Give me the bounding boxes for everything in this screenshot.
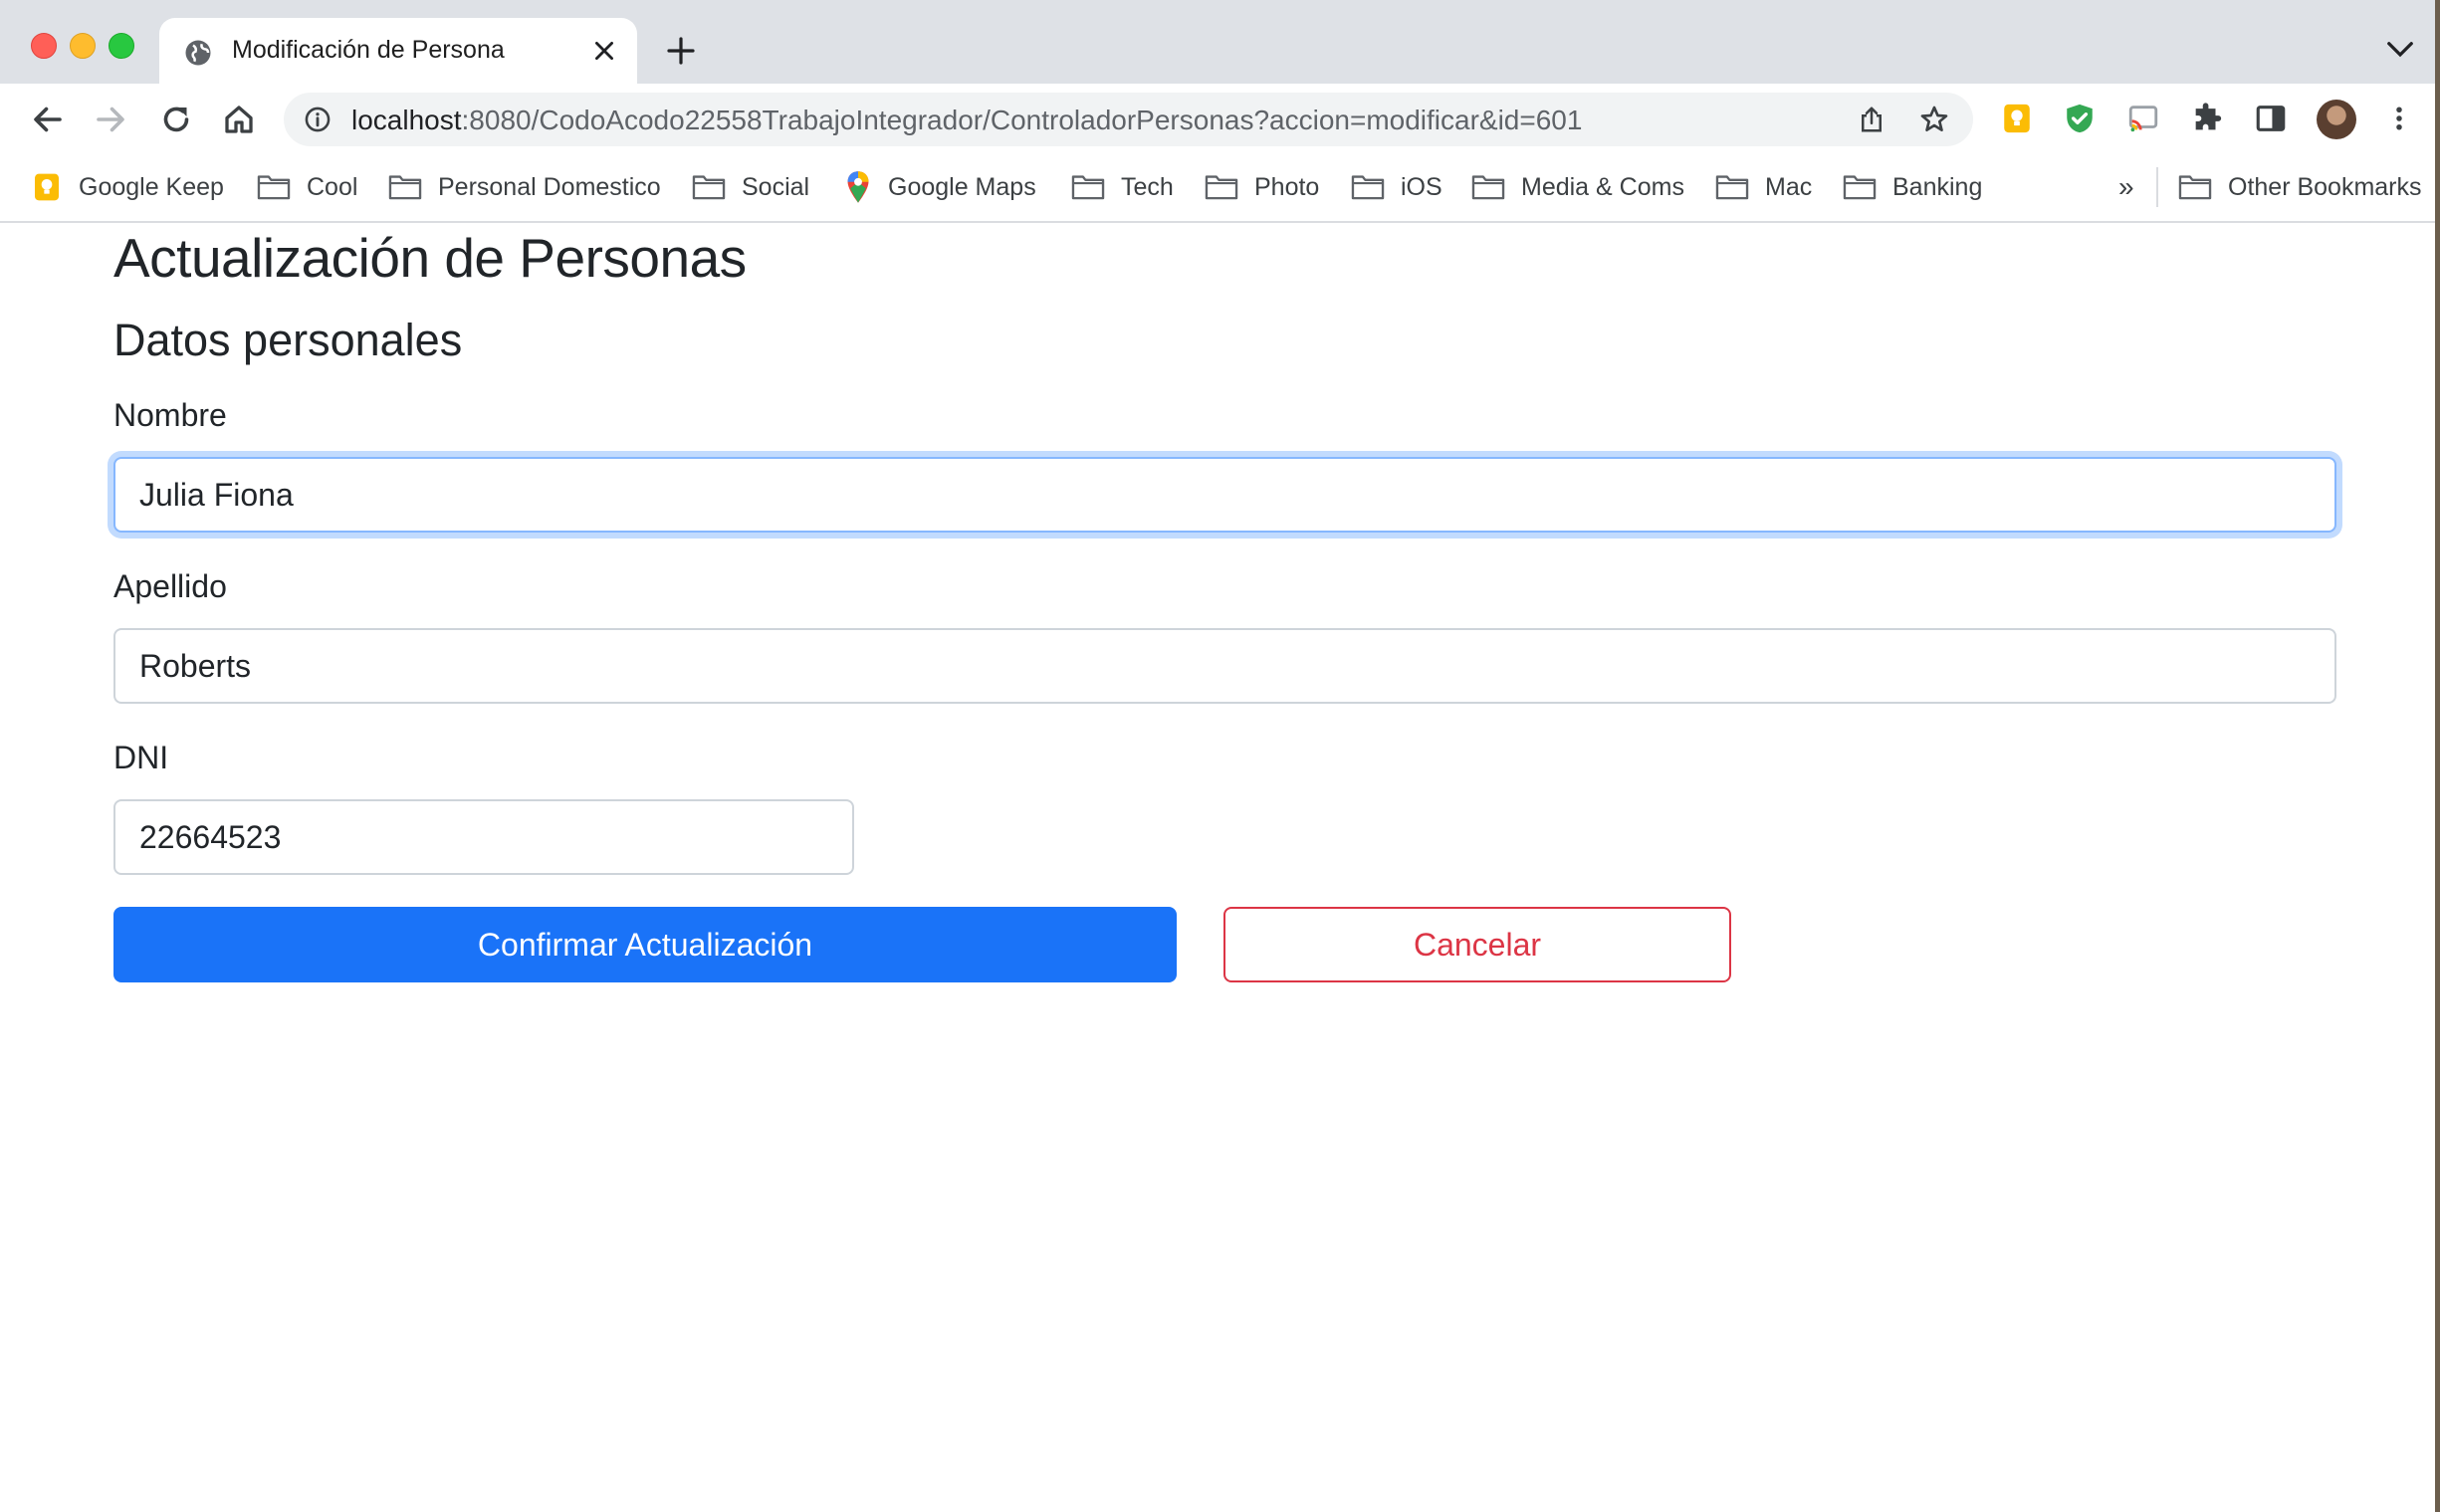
dni-label: DNI [113, 740, 169, 775]
forward-arrow-icon[interactable] [93, 102, 128, 137]
folder-icon [1715, 175, 1749, 200]
folder-icon [388, 175, 422, 200]
bookmark-folder-cool[interactable]: Cool [257, 169, 357, 205]
bookmark-label: Social [742, 172, 810, 201]
shield-check-icon[interactable] [2063, 102, 2097, 135]
url-text[interactable]: localhost:8080/CodoAcodo22558TrabajoInte… [351, 105, 1582, 136]
bookmark-label: Personal Domestico [438, 172, 661, 201]
close-window-button[interactable] [31, 33, 57, 59]
minimize-window-button[interactable] [70, 33, 96, 59]
nombre-field[interactable] [113, 457, 2336, 533]
bookmark-folder-ios[interactable]: iOS [1351, 169, 1442, 205]
nombre-label: Nombre [113, 397, 227, 433]
active-tab[interactable]: Modificación de Persona [159, 18, 637, 84]
back-arrow-icon[interactable] [30, 102, 66, 137]
bookmarks-divider [2156, 167, 2158, 207]
folder-icon [257, 175, 291, 200]
bookmarks-overflow-button[interactable]: » [2118, 171, 2134, 203]
browser-toolbar: localhost:8080/CodoAcodo22558TrabajoInte… [0, 84, 2435, 155]
bookmarks-bar: Google Keep Cool Personal Domestico Soci… [0, 155, 2435, 223]
bookmark-folder-mac[interactable]: Mac [1715, 169, 1812, 205]
bookmark-label: Google Maps [888, 172, 1036, 201]
bookmark-label: Mac [1765, 172, 1813, 201]
browser-window: Modificación de Persona localhost:8080/C… [0, 0, 2440, 1512]
folder-icon [1843, 175, 1877, 200]
share-icon[interactable] [1857, 104, 1886, 135]
folder-icon [2178, 175, 2212, 200]
bookmark-label: Other Bookmarks [2228, 172, 2422, 201]
bookmark-label: iOS [1401, 172, 1442, 201]
bookmark-label: Media & Coms [1521, 172, 1684, 201]
reload-icon[interactable] [158, 102, 194, 137]
folder-icon [1071, 175, 1105, 200]
google-keep-icon [35, 173, 59, 201]
bookmark-label: Google Keep [79, 172, 224, 201]
page-content: Actualización de Personas Datos personal… [0, 223, 2435, 1512]
tab-strip: Modificación de Persona [0, 0, 2435, 84]
bookmark-google-keep[interactable]: Google Keep [31, 169, 224, 205]
other-bookmarks[interactable]: Other Bookmarks [2178, 169, 2422, 205]
dni-field[interactable] [113, 799, 854, 875]
folder-icon [1471, 175, 1505, 200]
bookmark-folder-media-coms[interactable]: Media & Coms [1471, 169, 1684, 205]
url-host: localhost [351, 105, 462, 135]
bookmark-folder-tech[interactable]: Tech [1071, 169, 1174, 205]
bookmark-folder-personal-domestico[interactable]: Personal Domestico [388, 169, 661, 205]
maximize-window-button[interactable] [109, 33, 134, 59]
home-icon[interactable] [221, 102, 257, 137]
cancel-button[interactable]: Cancelar [1223, 907, 1731, 982]
tab-title: Modificación de Persona [232, 36, 505, 64]
google-maps-icon [847, 171, 869, 203]
address-bar[interactable]: localhost:8080/CodoAcodo22558TrabajoInte… [284, 93, 1973, 146]
side-panel-icon[interactable] [2254, 102, 2288, 135]
folder-icon [1351, 175, 1385, 200]
more-vertical-icon[interactable] [2384, 102, 2414, 135]
section-title: Datos personales [113, 315, 463, 365]
confirm-update-button[interactable]: Confirmar Actualización [113, 907, 1177, 982]
profile-avatar[interactable] [2317, 100, 2356, 139]
folder-icon [692, 175, 726, 200]
globe-icon [185, 40, 211, 66]
bookmark-label: Cool [307, 172, 358, 201]
close-icon[interactable] [591, 38, 617, 64]
google-keep-extension-icon[interactable] [2000, 102, 2034, 135]
folder-icon [1205, 175, 1238, 200]
bookmark-folder-banking[interactable]: Banking [1843, 169, 1982, 205]
bookmark-folder-social[interactable]: Social [692, 169, 809, 205]
bookmark-label: Photo [1254, 172, 1320, 201]
bookmark-label: Tech [1121, 172, 1174, 201]
info-icon[interactable] [304, 106, 332, 133]
bookmark-google-maps[interactable]: Google Maps [844, 169, 1036, 205]
puzzle-extensions-icon[interactable] [2190, 102, 2224, 135]
cast-icon[interactable] [2126, 102, 2160, 135]
apellido-label: Apellido [113, 568, 227, 604]
new-tab-icon[interactable] [665, 35, 697, 67]
bookmark-label: Banking [1892, 172, 1983, 201]
page-title: Actualización de Personas [113, 227, 747, 289]
chevron-down-icon[interactable] [2385, 38, 2415, 62]
apellido-field[interactable] [113, 628, 2336, 704]
bookmark-folder-photo[interactable]: Photo [1205, 169, 1319, 205]
bookmark-star-icon[interactable] [1918, 104, 1950, 135]
url-path: :8080/CodoAcodo22558TrabajoIntegrador/Co… [461, 105, 1583, 135]
